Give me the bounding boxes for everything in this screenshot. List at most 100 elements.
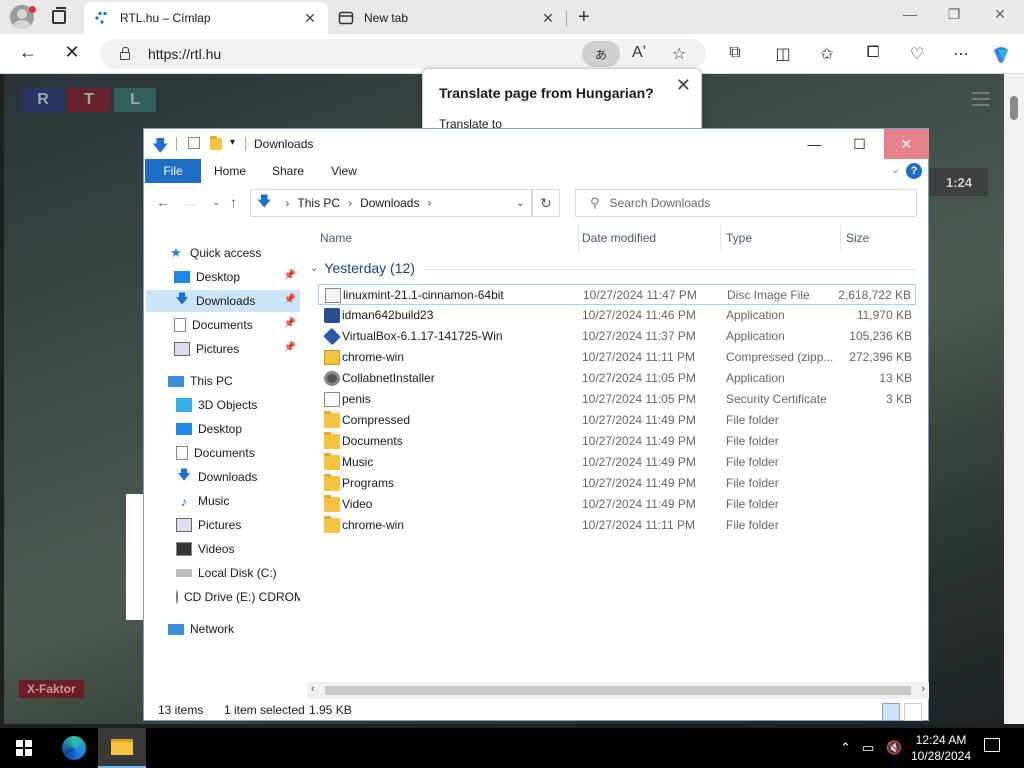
breadcrumb-chevron-icon[interactable]: › bbox=[285, 196, 289, 210]
rtl-logo[interactable]: R T L bbox=[22, 88, 156, 112]
collections-icon[interactable]: ⧠ bbox=[862, 44, 884, 62]
search-box[interactable]: ⚲ bbox=[575, 189, 917, 217]
nav-quick-access[interactable]: ★ Quick access bbox=[168, 242, 298, 264]
ribbon-tab-view[interactable]: View bbox=[322, 159, 366, 183]
details-view-icon[interactable] bbox=[882, 703, 900, 721]
file-row[interactable]: chrome-win 10/27/2024 11:11 PM File folder bbox=[318, 515, 916, 536]
file-row[interactable]: linuxmint-21.1-cinnamon-64bit 10/27/2024 … bbox=[318, 284, 916, 305]
lock-icon[interactable] bbox=[120, 47, 130, 60]
file-row[interactable]: chrome-win 10/27/2024 11:11 PM Compressed … bbox=[318, 347, 916, 368]
properties-icon[interactable] bbox=[188, 137, 200, 149]
favorites-icon[interactable]: ✩ bbox=[816, 44, 838, 64]
explorer-minimize-icon[interactable]: — bbox=[792, 129, 837, 159]
taskbar-clock[interactable]: 12:24 AM 10/28/2024 bbox=[906, 732, 976, 764]
network-tray-icon[interactable]: ▭ bbox=[862, 740, 874, 756]
file-row[interactable]: Video 10/27/2024 11:49 PM File folder bbox=[318, 494, 916, 515]
group-header-yesterday[interactable]: ⌄ Yesterday (12) bbox=[310, 260, 415, 276]
browser-essentials-icon[interactable]: ♡ bbox=[906, 44, 928, 64]
nav-documents[interactable]: Documents bbox=[176, 442, 300, 464]
read-aloud-icon[interactable]: Aʼ bbox=[632, 44, 646, 62]
show-hidden-icons-icon[interactable]: ⌃ bbox=[840, 740, 851, 756]
tab-new[interactable]: New tab ✕ bbox=[328, 2, 566, 34]
file-row[interactable]: Programs 10/27/2024 11:49 PM File folder bbox=[318, 473, 916, 494]
taskbar-file-explorer[interactable] bbox=[98, 728, 146, 768]
breadcrumb-downloads[interactable]: Downloads bbox=[360, 196, 419, 210]
file-row[interactable]: Documents 10/27/2024 11:49 PM File folder bbox=[318, 431, 916, 452]
new-tab-plus-icon[interactable]: + bbox=[578, 6, 590, 29]
nav-3d-objects[interactable]: 3D Objects bbox=[176, 394, 300, 416]
column-type[interactable]: Type bbox=[726, 231, 752, 245]
nav-desktop[interactable]: Desktop bbox=[176, 418, 300, 440]
close-popup-icon[interactable]: ✕ bbox=[676, 75, 691, 96]
more-menu-icon[interactable]: ⋯ bbox=[950, 44, 972, 64]
minimize-icon[interactable]: — bbox=[900, 6, 920, 22]
breadcrumb-chevron-icon[interactable]: › bbox=[348, 196, 352, 210]
pin-icon[interactable]: 📌 bbox=[284, 270, 296, 281]
scroll-left-icon[interactable]: ‹ bbox=[311, 683, 315, 695]
file-row[interactable]: Music 10/27/2024 11:49 PM File folder bbox=[318, 452, 916, 473]
file-row[interactable]: penis 10/27/2024 11:05 PM Security Certifi… bbox=[318, 389, 916, 410]
close-tab-icon[interactable]: ✕ bbox=[540, 10, 556, 27]
explorer-close-icon[interactable]: ✕ bbox=[884, 129, 929, 159]
nav-pictures[interactable]: Pictures bbox=[176, 514, 300, 536]
nav-videos[interactable]: Videos bbox=[176, 538, 300, 560]
nav-cd-drive[interactable]: CD Drive (E:) CDROM bbox=[176, 586, 300, 608]
stop-loading-icon[interactable]: ✕ bbox=[60, 42, 84, 63]
collapse-group-icon[interactable]: ⌄ bbox=[310, 263, 318, 274]
file-row[interactable]: idman642build23 10/27/2024 11:46 PM Applic… bbox=[318, 305, 916, 326]
nav-this-pc[interactable]: This PC bbox=[168, 370, 298, 392]
new-folder-icon[interactable] bbox=[210, 136, 222, 150]
tab-actions-icon[interactable] bbox=[52, 7, 66, 24]
restore-icon[interactable]: ❐ bbox=[944, 6, 964, 23]
ribbon-tab-home[interactable]: Home bbox=[208, 159, 252, 183]
pin-icon[interactable]: 📌 bbox=[284, 294, 296, 305]
help-icon[interactable]: ? bbox=[906, 163, 922, 179]
pin-icon[interactable]: 📌 bbox=[284, 342, 296, 353]
address-bar[interactable]: https://rtl.hu あ Aʼ ☆ bbox=[100, 39, 706, 69]
large-icons-view-icon[interactable] bbox=[904, 703, 922, 721]
ribbon-tab-file[interactable]: File bbox=[145, 159, 201, 183]
volume-muted-icon[interactable]: 🔇 bbox=[886, 740, 902, 756]
file-row[interactable]: VirtualBox-6.1.17-141725-Win 10/27/2024 1… bbox=[318, 326, 916, 347]
column-name[interactable]: Name bbox=[320, 231, 352, 245]
scrollbar-thumb[interactable] bbox=[1010, 96, 1018, 120]
column-divider[interactable] bbox=[578, 225, 579, 251]
file-row[interactable]: CollabnetInstaller 10/27/2024 11:05 PM App… bbox=[318, 368, 916, 389]
customize-toolbar-icon[interactable]: ▾ bbox=[230, 137, 242, 149]
nav-quick-documents[interactable]: Documents 📌 bbox=[174, 314, 300, 336]
hamburger-menu-icon[interactable] bbox=[972, 92, 990, 106]
copilot-icon[interactable] bbox=[990, 44, 1012, 71]
back-arrow-icon[interactable]: ← bbox=[16, 42, 40, 63]
column-divider[interactable] bbox=[720, 225, 721, 251]
back-icon[interactable]: ← bbox=[156, 194, 170, 210]
breadcrumb[interactable]: 🡇 › This PC › Downloads › ⌄ bbox=[250, 189, 532, 217]
nav-music[interactable]: ♪ Music bbox=[176, 490, 300, 512]
close-window-icon[interactable]: ✕ bbox=[990, 6, 1010, 23]
scrollbar-thumb[interactable] bbox=[325, 686, 911, 695]
file-row[interactable]: Compressed 10/27/2024 11:49 PM File folder bbox=[318, 410, 916, 431]
forward-icon[interactable]: → bbox=[184, 194, 198, 210]
refresh-icon[interactable]: ↻ bbox=[532, 189, 560, 217]
notification-center-icon[interactable] bbox=[984, 738, 1000, 752]
scroll-right-icon[interactable]: › bbox=[921, 683, 925, 695]
nav-network[interactable]: Network bbox=[168, 618, 298, 640]
ribbon-tab-share[interactable]: Share bbox=[266, 159, 310, 183]
recent-locations-icon[interactable]: ⌄ bbox=[212, 197, 220, 208]
nav-quick-downloads[interactable]: 🡇 Downloads 📌 bbox=[146, 290, 300, 312]
breadcrumb-this-pc[interactable]: This PC bbox=[297, 196, 340, 210]
breadcrumb-chevron-icon[interactable]: › bbox=[427, 196, 431, 210]
horizontal-scrollbar[interactable]: ‹ › bbox=[307, 682, 929, 699]
column-divider[interactable] bbox=[840, 225, 841, 251]
translate-icon[interactable]: あ bbox=[582, 41, 620, 67]
windows-start-icon[interactable] bbox=[16, 740, 32, 756]
nav-local-disk[interactable]: Local Disk (C:) bbox=[176, 562, 300, 584]
explorer-maximize-icon[interactable]: ☐ bbox=[837, 129, 882, 159]
search-input[interactable] bbox=[609, 196, 890, 210]
column-size[interactable]: Size bbox=[846, 231, 869, 245]
nav-quick-desktop[interactable]: Desktop 📌 bbox=[174, 266, 300, 288]
pin-icon[interactable]: 📌 bbox=[284, 318, 296, 329]
tab-rtl[interactable]: RTL.hu – Címlap ✕ bbox=[84, 2, 328, 34]
show-badge[interactable]: X-Faktor bbox=[19, 680, 84, 698]
nav-quick-pictures[interactable]: Pictures 📌 bbox=[174, 338, 300, 360]
address-dropdown-icon[interactable]: ⌄ bbox=[516, 196, 525, 209]
